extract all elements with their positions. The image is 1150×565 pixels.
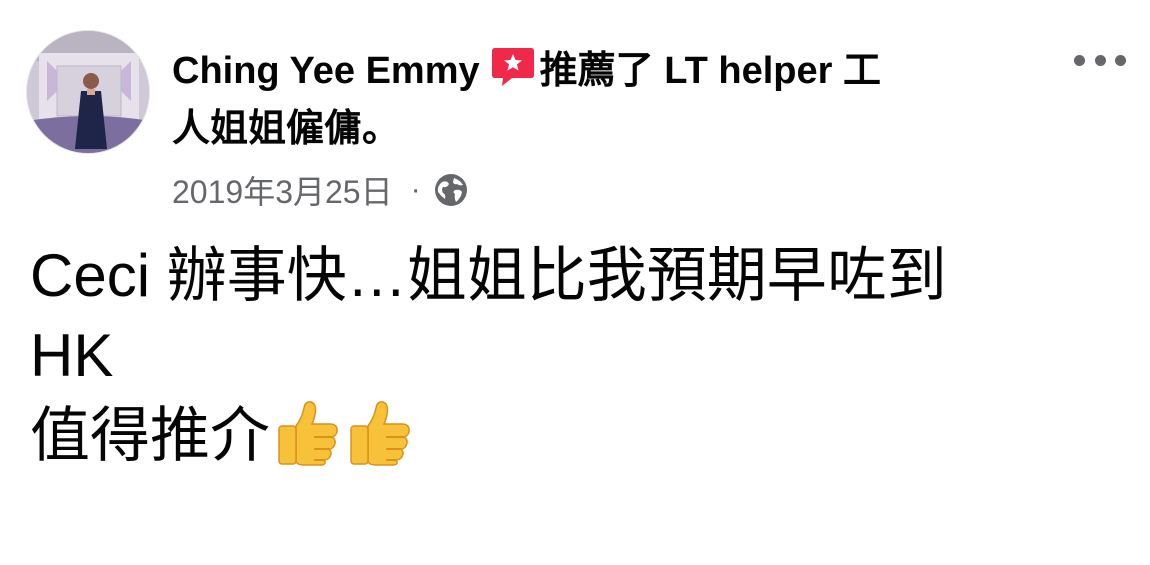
action-text-line1: 推薦了 LT helper 工 <box>539 50 881 92</box>
author-avatar[interactable] <box>26 30 150 154</box>
more-dot <box>1115 54 1126 66</box>
more-options-icon <box>1074 54 1085 66</box>
more-dot <box>1094 54 1106 66</box>
author-name[interactable]: Ching Yee Emmy <box>172 50 480 92</box>
body-line-1: Ceci 辦事快…姐姐比我預期早咗到 <box>30 242 947 309</box>
post-meta: 2019年3月25日 · <box>172 168 469 212</box>
body-line-3: 值得推介 <box>30 396 1130 476</box>
meta-separator: · <box>410 173 421 206</box>
body-line-2: HK <box>30 322 114 389</box>
thumbs-up-icon <box>350 401 410 466</box>
action-text-line2: 人姐姐僱傭。 <box>172 108 401 150</box>
post-header: Ching Yee Emmy 推薦了 LT helper 工人姐姐僱傭。 <box>172 42 1022 158</box>
recommendation-star-icon <box>491 48 534 86</box>
thumbs-up-icon <box>278 401 338 466</box>
more-options-button[interactable] <box>1074 48 1126 72</box>
body-line-3-text: 值得推介 <box>30 402 270 469</box>
post-date[interactable]: 2019年3月25日 <box>172 167 393 213</box>
facebook-post: Ching Yee Emmy 推薦了 LT helper 工人姐姐僱傭。 201… <box>0 0 1150 565</box>
avatar-image <box>27 31 149 153</box>
globe-icon[interactable] <box>433 172 469 208</box>
post-body: Ceci 辦事快…姐姐比我預期早咗到 HK 值得推介 <box>30 236 1130 476</box>
